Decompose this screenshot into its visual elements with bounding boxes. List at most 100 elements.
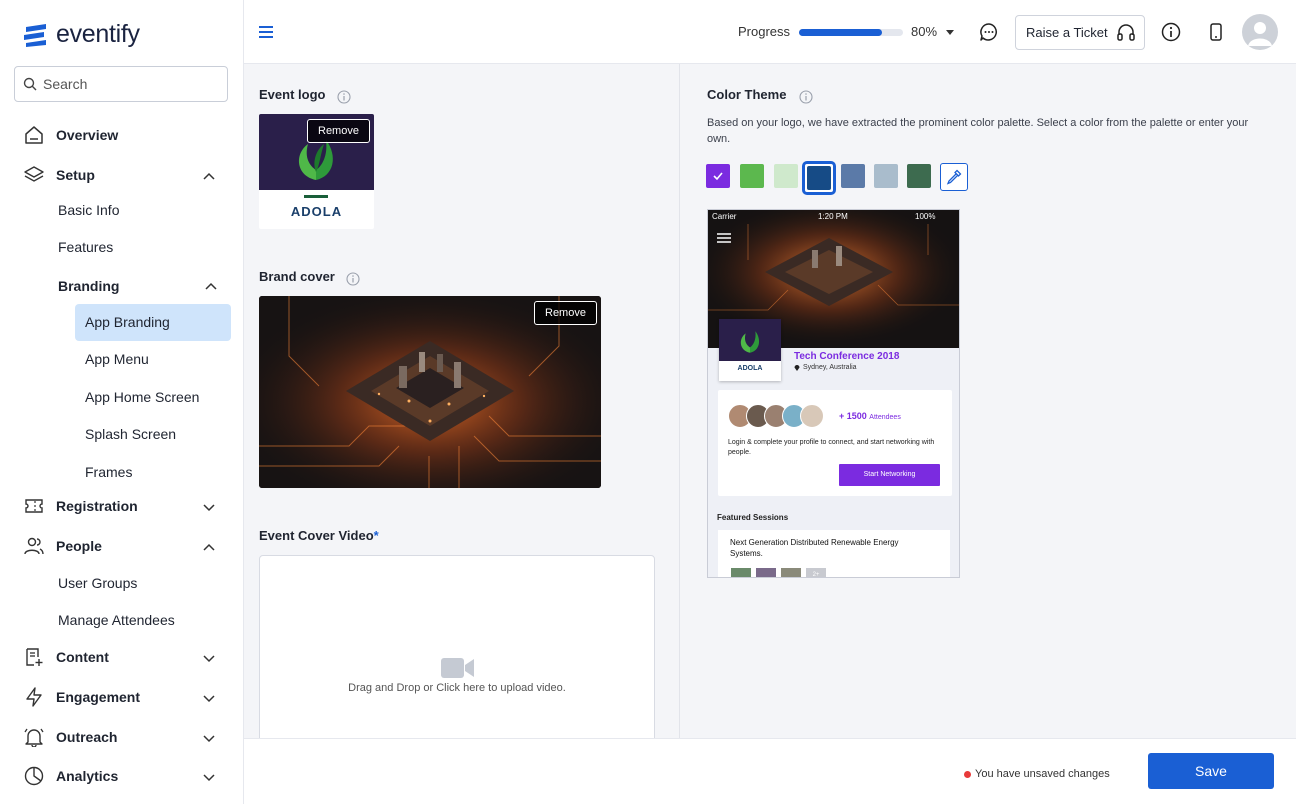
preview-menu-icon [717, 233, 731, 243]
color-swatch[interactable] [802, 161, 836, 195]
sidebar-item-frames[interactable]: Frames [75, 454, 231, 491]
bell-icon [24, 728, 44, 747]
eventify-logo-icon [24, 23, 46, 47]
sidebar-item-overview[interactable]: Overview [0, 117, 244, 153]
preview-networking-card: + 1500 Attendees Login & complete your p… [718, 390, 952, 496]
logo-divider [304, 195, 328, 198]
caret-down-icon[interactable] [946, 30, 954, 35]
sidebar-item-manage-attendees[interactable]: Manage Attendees [58, 608, 175, 632]
chevron-up-icon[interactable] [202, 540, 216, 554]
chevron-down-icon[interactable] [202, 770, 216, 784]
preview-session-title: Next Generation Distributed Renewable En… [730, 538, 899, 558]
user-icon [1248, 22, 1272, 46]
app-logo[interactable]: eventify [22, 20, 140, 49]
preview-start-networking-button: Start Networking [839, 464, 940, 486]
preview-location: Sydney, Australia [794, 364, 857, 371]
status-time: 1:20 PM [818, 212, 848, 221]
attendees-label: Attendees [869, 414, 901, 421]
preview-attendees: + 1500 Attendees [839, 411, 901, 421]
sidebar-item-app-home-screen[interactable]: App Home Screen [75, 379, 231, 416]
sidebar-item-people[interactable]: People [0, 528, 244, 564]
sidebar-item-content[interactable]: Content [0, 639, 244, 675]
color-theme-title: Color Theme [707, 87, 787, 102]
video-upload-dropzone[interactable]: Drag and Drop or Click here to upload vi… [259, 555, 655, 738]
search-box[interactable] [14, 66, 228, 102]
sidebar-item-outreach[interactable]: Outreach [0, 719, 244, 755]
required-mark: * [373, 528, 379, 543]
remove-logo-button[interactable]: Remove [307, 119, 370, 143]
color-swatch[interactable] [841, 164, 865, 188]
color-swatch[interactable] [874, 164, 898, 188]
sidebar-item-analytics[interactable]: Analytics [0, 758, 244, 794]
color-swatch-fill [807, 166, 831, 190]
unsaved-changes-notice: You have unsaved changes [964, 768, 1110, 780]
remove-cover-button[interactable]: Remove [534, 301, 597, 325]
sidebar-item-splash-screen[interactable]: Splash Screen [75, 416, 231, 453]
chevron-up-icon[interactable] [202, 169, 216, 183]
sidebar-item-label: Content [56, 649, 109, 665]
sidebar-item-basic-info[interactable]: Basic Info [58, 198, 119, 222]
event-logo-title: Event logo [259, 87, 326, 102]
preview-event-logo: ADOLA [719, 319, 781, 381]
sidebar-item-app-menu[interactable]: App Menu [75, 341, 231, 378]
color-swatch[interactable] [907, 164, 931, 188]
status-battery: 100% [915, 212, 936, 221]
brand-cover-image[interactable]: Remove [259, 296, 601, 488]
color-theme-pane: Color Theme Based on your logo, we have … [680, 64, 1296, 738]
color-swatch[interactable] [706, 164, 730, 188]
chevron-down-icon[interactable] [202, 731, 216, 745]
sidebar-item-label: Engagement [56, 689, 141, 705]
color-swatch[interactable] [774, 164, 798, 188]
speaker-thumb [781, 568, 801, 577]
info-icon[interactable] [337, 90, 351, 104]
layers-icon [24, 166, 44, 182]
sidebar-item-label: Registration [56, 498, 138, 514]
app-preview-phone: Carrier 1:20 PM 100% ADOLA Tech Conferen… [707, 209, 960, 578]
lightning-icon [26, 687, 42, 707]
search-input[interactable] [43, 76, 213, 92]
headset-icon [1116, 23, 1135, 41]
chevron-down-icon[interactable] [202, 500, 216, 514]
mobile-preview-icon[interactable] [1206, 22, 1226, 42]
progress-percent[interactable]: 80% [911, 24, 937, 39]
info-icon[interactable] [799, 90, 813, 104]
sidebar-item-features[interactable]: Features [58, 235, 113, 259]
check-icon [713, 172, 723, 181]
info-icon[interactable] [1161, 22, 1181, 42]
sidebar-item-branding[interactable]: Branding [58, 274, 119, 298]
raise-ticket-label: Raise a Ticket [1026, 25, 1108, 40]
chat-icon[interactable] [979, 22, 999, 42]
info-icon[interactable] [346, 272, 360, 286]
speaker-thumb [731, 568, 751, 577]
chevron-down-icon[interactable] [202, 691, 216, 705]
preview-logo-wordmark: ADOLA [737, 365, 763, 372]
eyedropper-icon [946, 169, 962, 185]
sidebar-item-app-branding[interactable]: App Branding [75, 304, 231, 341]
leaf-logo-icon [740, 331, 760, 353]
preview-location-text: Sydney, Australia [803, 364, 857, 371]
chevron-up-icon[interactable] [204, 279, 218, 293]
sidebar-item-registration[interactable]: Registration [0, 488, 244, 524]
event-logo-image[interactable]: ADOLA Remove [259, 114, 374, 229]
avatar[interactable] [1242, 14, 1278, 50]
leaf-logo-icon [298, 140, 333, 180]
more-speakers: 2+ [806, 568, 826, 577]
sidebar-item-label: People [56, 538, 102, 554]
preview-session-card: Next Generation Distributed Renewable En… [718, 530, 950, 577]
unsaved-text: You have unsaved changes [975, 768, 1110, 780]
chevron-down-icon[interactable] [202, 651, 216, 665]
search-icon [23, 77, 37, 91]
sidebar-item-label: Outreach [56, 729, 118, 745]
location-pin-icon [794, 365, 800, 371]
sidebar-item-user-groups[interactable]: User Groups [58, 571, 137, 595]
save-button[interactable]: Save [1148, 753, 1274, 789]
sidebar-item-setup[interactable]: Setup [0, 157, 244, 193]
cover-video-title-text: Event Cover Video [259, 528, 374, 543]
color-picker-button[interactable] [940, 163, 968, 191]
raise-ticket-button[interactable]: Raise a Ticket [1015, 15, 1145, 50]
sidebar-item-label: Overview [56, 127, 119, 143]
color-swatch[interactable] [740, 164, 764, 188]
sidebar-item-engagement[interactable]: Engagement [0, 679, 244, 715]
preview-featured-title: Featured Sessions [717, 513, 789, 522]
menu-icon[interactable] [258, 24, 274, 40]
